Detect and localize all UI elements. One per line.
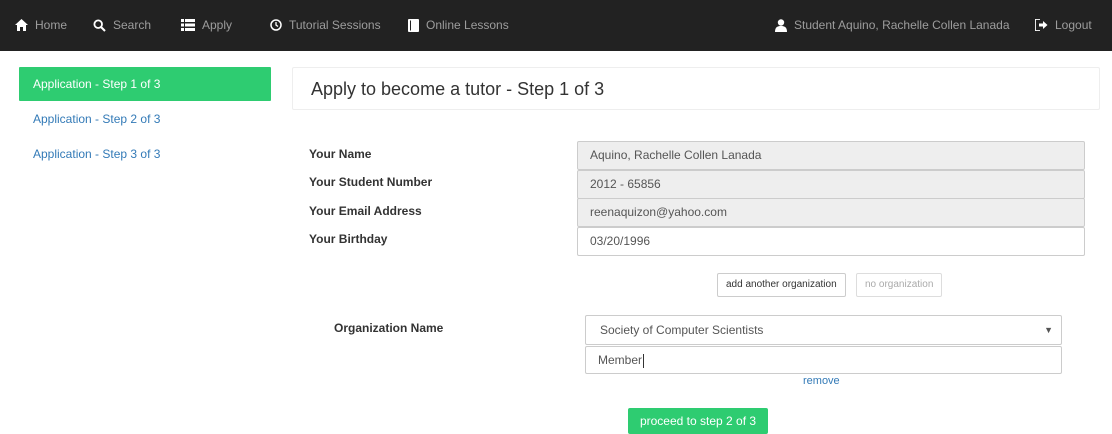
home-icon [15, 19, 28, 31]
list-icon [181, 19, 195, 31]
nav-user-label: Student Aquino, Rachelle Collen Lanada [794, 18, 1010, 32]
student-number-field: 2012 - 65856 [577, 170, 1085, 199]
nav-apply[interactable]: Apply [181, 18, 232, 32]
organization-position-value: Member [598, 353, 643, 367]
nav-logout-label: Logout [1055, 18, 1092, 32]
birthday-label: Your Birthday [309, 232, 388, 246]
organization-position-input[interactable]: Member [585, 346, 1062, 374]
proceed-button[interactable]: proceed to step 2 of 3 [628, 408, 768, 434]
sidebar-item-label: Application - Step 3 of 3 [33, 147, 161, 161]
sidebar-item-label: Application - Step 2 of 3 [33, 112, 161, 126]
logout-icon [1035, 19, 1048, 31]
sidebar-item-label: Application - Step 1 of 3 [33, 77, 161, 91]
nav-tutorial-sessions[interactable]: Tutorial Sessions [270, 18, 381, 32]
name-label: Your Name [309, 147, 372, 161]
nav-search-label: Search [113, 18, 152, 32]
email-label: Your Email Address [309, 204, 422, 218]
book-icon [408, 18, 419, 32]
organization-select-value: Society of Computer Scientists [600, 323, 764, 337]
caret-down-icon: ▼ [1044, 325, 1053, 335]
text-cursor [643, 353, 645, 368]
sidebar-item-step-2[interactable]: Application - Step 2 of 3 [19, 102, 271, 136]
nav-search[interactable]: Search [93, 18, 151, 32]
student-number-label: Your Student Number [309, 175, 433, 189]
sidebar-item-step-1[interactable]: Application - Step 1 of 3 [19, 67, 271, 101]
nav-user[interactable]: Student Aquino, Rachelle Collen Lanada [775, 18, 1010, 32]
birthday-field[interactable]: 03/20/1996 [577, 227, 1085, 256]
nav-online-lessons[interactable]: Online Lessons [408, 18, 509, 32]
nav-logout[interactable]: Logout [1035, 18, 1092, 32]
organization-select[interactable]: Society of Computer Scientists ▼ [585, 315, 1062, 345]
top-navbar: Home Search Apply Tutorial Sessions Onli… [0, 0, 1112, 51]
nav-home[interactable]: Home [15, 18, 67, 32]
search-icon [93, 18, 106, 32]
add-organization-button[interactable]: add another organization [717, 273, 846, 297]
nav-online-lessons-label: Online Lessons [426, 18, 509, 32]
clock-icon [270, 19, 282, 31]
remove-organization-link[interactable]: remove [803, 375, 840, 387]
nav-apply-label: Apply [202, 18, 233, 32]
sidebar-item-step-3[interactable]: Application - Step 3 of 3 [19, 137, 271, 171]
name-field: Aquino, Rachelle Collen Lanada [577, 141, 1085, 170]
email-field: reenaquizon@yahoo.com [577, 198, 1085, 227]
nav-home-label: Home [35, 18, 68, 32]
organization-name-label: Organization Name [334, 321, 444, 335]
nav-tutorial-sessions-label: Tutorial Sessions [289, 18, 381, 32]
page-title: Apply to become a tutor - Step 1 of 3 [292, 67, 1100, 110]
no-organization-button[interactable]: no organization [856, 273, 943, 297]
user-icon [775, 18, 787, 32]
